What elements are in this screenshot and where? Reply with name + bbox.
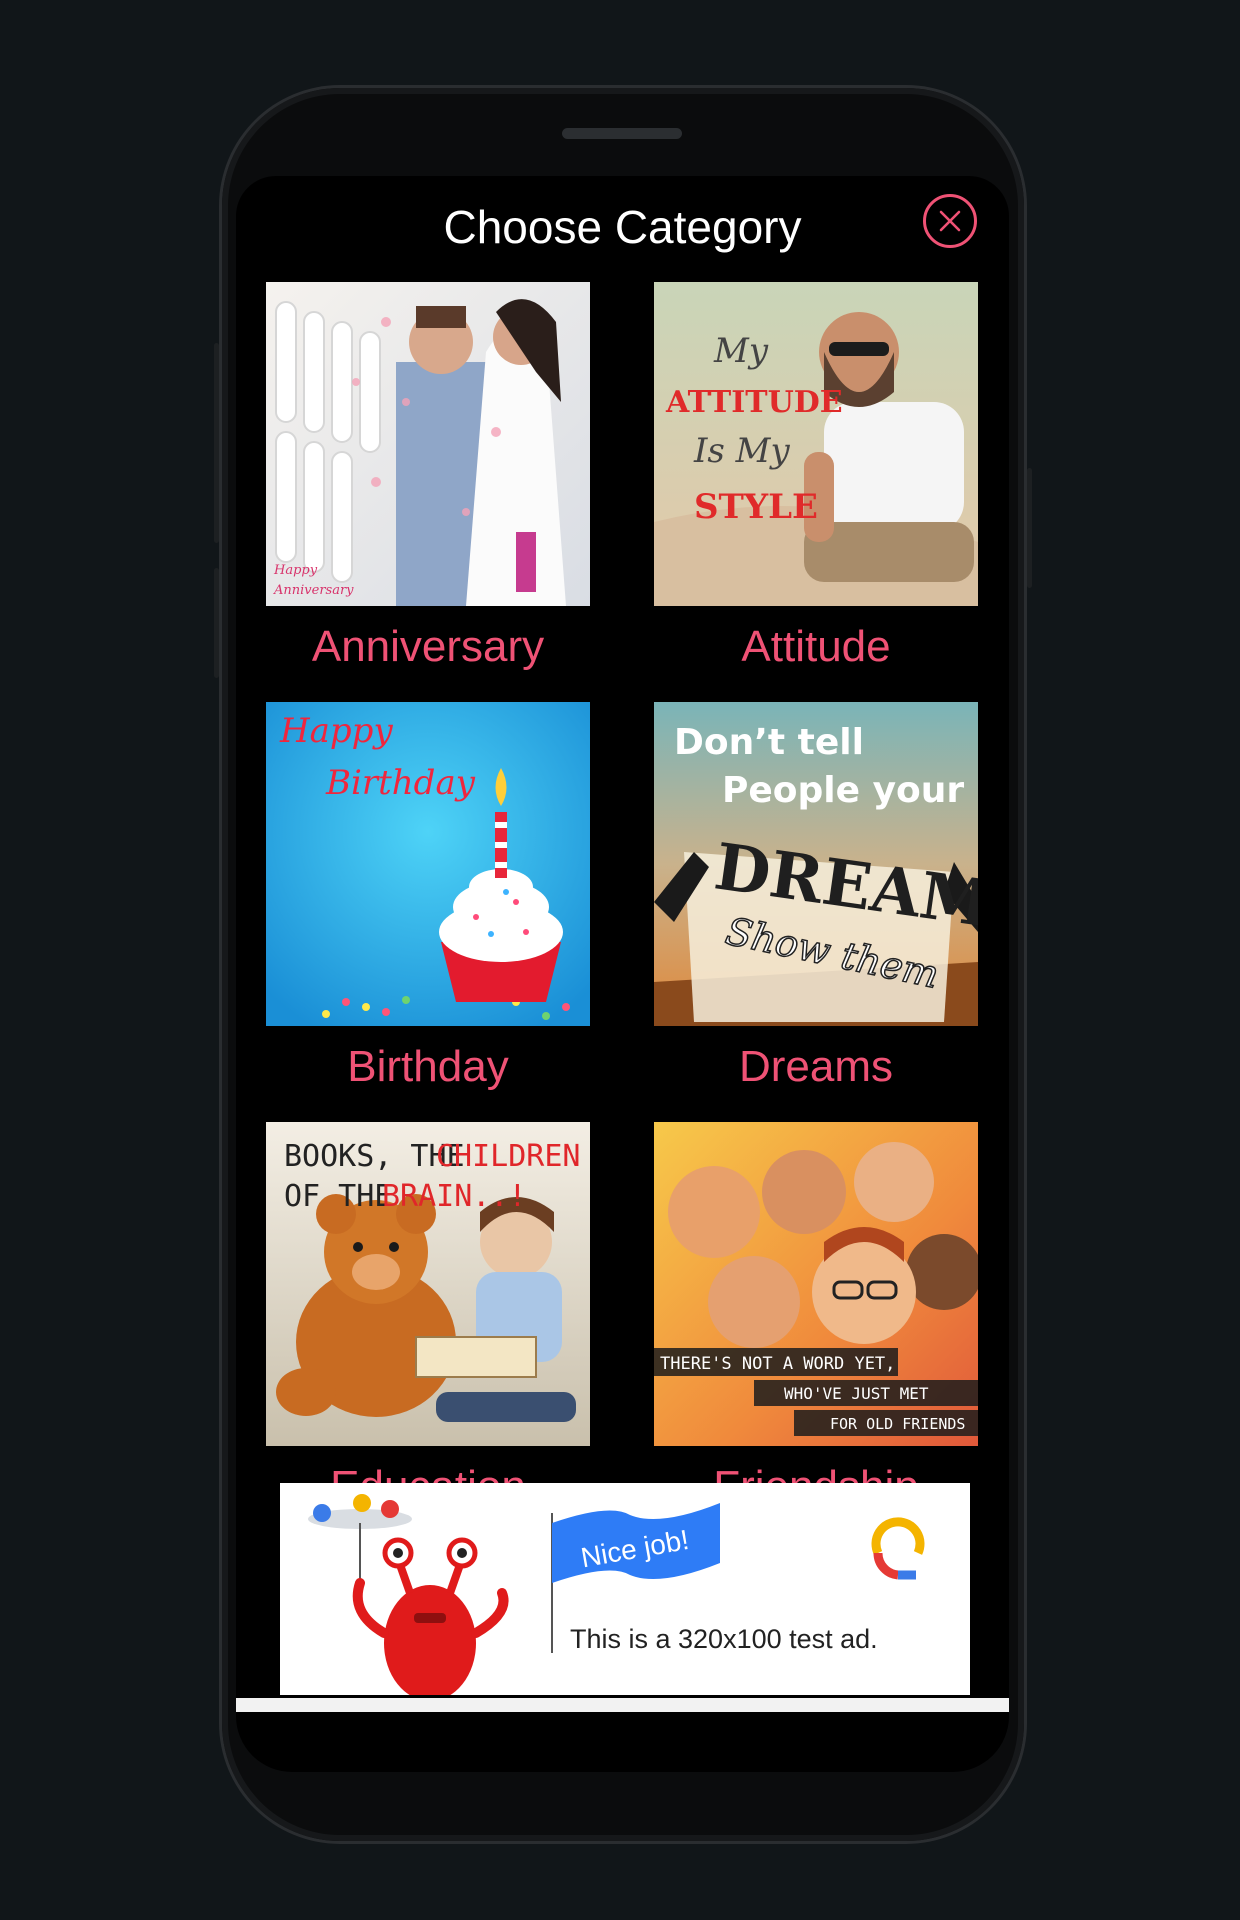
nav-bar-strip (236, 1698, 1009, 1712)
phone-frame: Choose Category Happy Anniversary Annive… (214, 88, 1032, 1841)
volume-button (214, 343, 219, 543)
education-image: BOOKS, THE CHILDREN OF THE BRAIN..! (266, 1122, 590, 1446)
friendship-image: THERE'S NOT A WORD YET, WHO'VE JUST MET … (654, 1122, 978, 1446)
svg-text:OF THE: OF THE (284, 1179, 392, 1214)
attitude-image: My ATTITUDE Is My STYLE (654, 282, 978, 606)
svg-text:Is My: Is My (693, 431, 791, 471)
svg-text:People your: People your (722, 770, 964, 811)
svg-text:Birthday: Birthday (325, 763, 476, 803)
svg-text:Don’t tell: Don’t tell (674, 722, 864, 763)
category-card-attitude[interactable]: My ATTITUDE Is My STYLE Attitude (654, 282, 978, 692)
category-card-anniversary[interactable]: Happy Anniversary Anniversary (266, 282, 590, 692)
svg-text:THERE'S NOT A WORD YET,: THERE'S NOT A WORD YET, (660, 1354, 895, 1374)
page-title: Choose Category (443, 201, 802, 253)
svg-text:Anniversary: Anniversary (273, 583, 354, 598)
app-screen: Choose Category Happy Anniversary Annive… (236, 176, 1009, 1772)
ad-logo-icon (871, 1517, 925, 1580)
earpiece-speaker (562, 128, 682, 139)
bixby-button (214, 568, 219, 678)
birthday-image: Happy Birthday (266, 702, 590, 1026)
anniversary-image: Happy Anniversary (266, 282, 590, 606)
ad-graphic: Nice job! This is a 320x100 test ad. (308, 1494, 925, 1695)
svg-text:FOR OLD FRIENDS: FOR OLD FRIENDS (830, 1415, 965, 1433)
category-card-education[interactable]: BOOKS, THE CHILDREN OF THE BRAIN..! Educ… (266, 1122, 590, 1532)
svg-text:Happy: Happy (273, 563, 318, 578)
svg-text:ATTITUDE: ATTITUDE (665, 385, 843, 420)
category-card-friendship[interactable]: THERE'S NOT A WORD YET, WHO'VE JUST MET … (654, 1122, 978, 1532)
power-button (1027, 468, 1032, 588)
ad-body-text: This is a 320x100 test ad. (570, 1624, 878, 1654)
svg-text:STYLE: STYLE (694, 487, 818, 527)
category-label: Birthday (347, 1042, 509, 1091)
dialog-header: Choose Category (236, 176, 1009, 286)
close-button[interactable] (923, 194, 977, 248)
ad-banner[interactable]: Nice job! This is a 320x100 test ad. (280, 1483, 970, 1695)
close-icon (939, 210, 961, 232)
svg-text:BRAIN..!: BRAIN..! (382, 1179, 527, 1214)
category-label: Anniversary (311, 622, 545, 671)
category-label: Attitude (741, 622, 891, 671)
category-card-dreams[interactable]: Don’t tell People your DREAM Show them D… (654, 702, 978, 1112)
svg-text:WHO'VE JUST MET: WHO'VE JUST MET (784, 1384, 929, 1403)
category-card-birthday[interactable]: Happy Birthday Birthday (266, 702, 590, 1112)
svg-text:Happy: Happy (279, 711, 393, 751)
dreams-image: Don’t tell People your DREAM Show them (654, 702, 978, 1026)
svg-text:My: My (713, 331, 769, 371)
svg-text:CHILDREN: CHILDREN (436, 1139, 581, 1174)
category-label: Dreams (738, 1042, 894, 1091)
